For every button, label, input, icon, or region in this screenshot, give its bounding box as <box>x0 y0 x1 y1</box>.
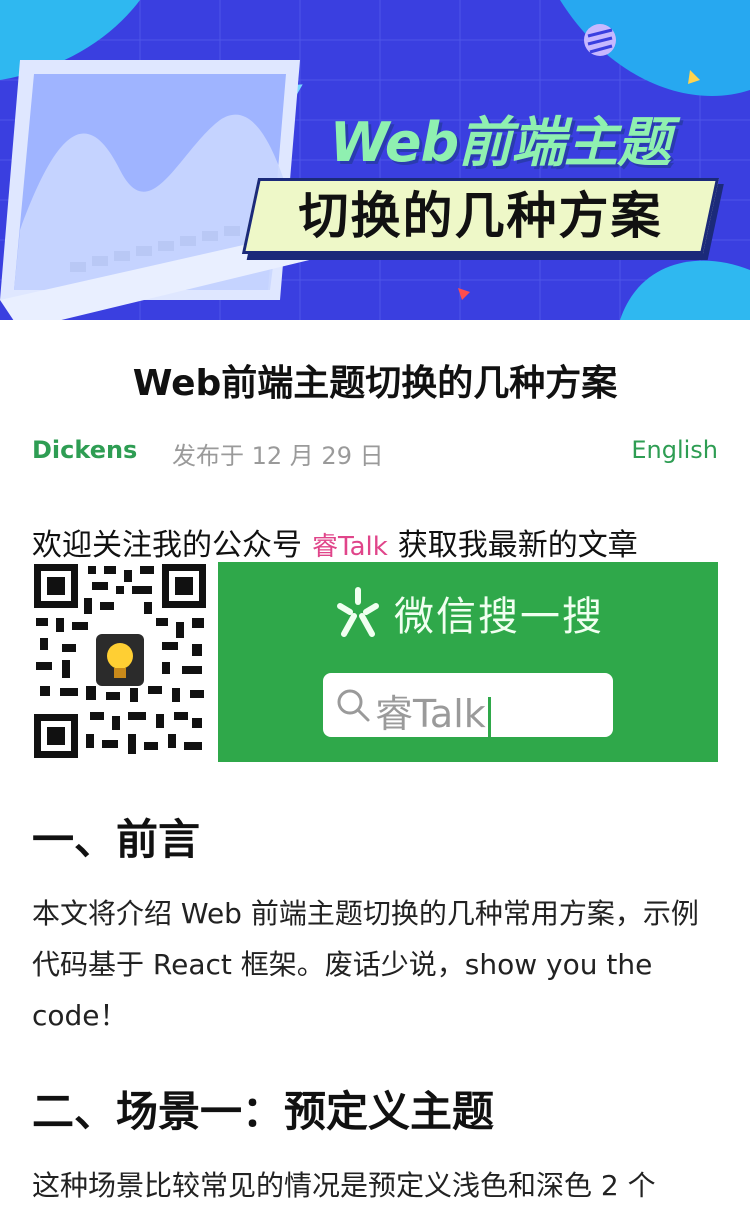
language-switch-link[interactable]: English <box>631 436 718 464</box>
banner-headline: Web前端主题 <box>329 111 671 174</box>
wechat-search-query: 睿Talk <box>375 683 491 738</box>
section-heading-preface: 一、前言 <box>32 815 201 864</box>
article-title: Web前端主题切换的几种方案 <box>132 363 618 404</box>
wechat-search-label: 微信搜一搜 <box>394 594 604 640</box>
banner-subheadline: 切换的几种方案 <box>298 187 663 245</box>
promo-text-after: 获取我最新的文章 <box>397 528 638 563</box>
wechat-search-icon <box>337 587 379 637</box>
section-body-preface: 本文将介绍 Web 前端主题切换的几种常用方案，示例代码基于 React 框架。… <box>32 897 699 1032</box>
section-heading-scenario-one: 二、场景一：预定义主题 <box>32 1087 495 1136</box>
search-icon <box>337 689 370 722</box>
account-link[interactable]: 睿Talk <box>312 532 388 562</box>
author-link[interactable]: Dickens <box>32 436 137 464</box>
banner-subheadline-box: 切换的几种方案 <box>241 178 720 254</box>
wechat-search-query-text: 睿Talk <box>375 692 486 736</box>
promo-text-before: 欢迎关注我的公众号 <box>32 528 302 563</box>
publish-date: 发布于 12 月 29 日 <box>172 442 384 470</box>
qr-code-icon <box>32 562 208 760</box>
text-caret <box>487 696 491 737</box>
section-body-scenario-one: 这种场景比较常见的情况是预定义浅色和深色 2 个 <box>32 1169 656 1202</box>
article-cover-banner: Web前端主题 切换的几种方案 <box>0 0 750 320</box>
promo-text: 欢迎关注我的公众号 睿Talk 获取我最新的文章 <box>32 520 638 564</box>
article-meta: Dickens 发布于 12 月 29 日 English <box>32 436 718 470</box>
wechat-search-banner[interactable]: 微信搜一搜 睿Talk <box>218 562 718 762</box>
wechat-search-box: 睿Talk <box>323 673 613 737</box>
